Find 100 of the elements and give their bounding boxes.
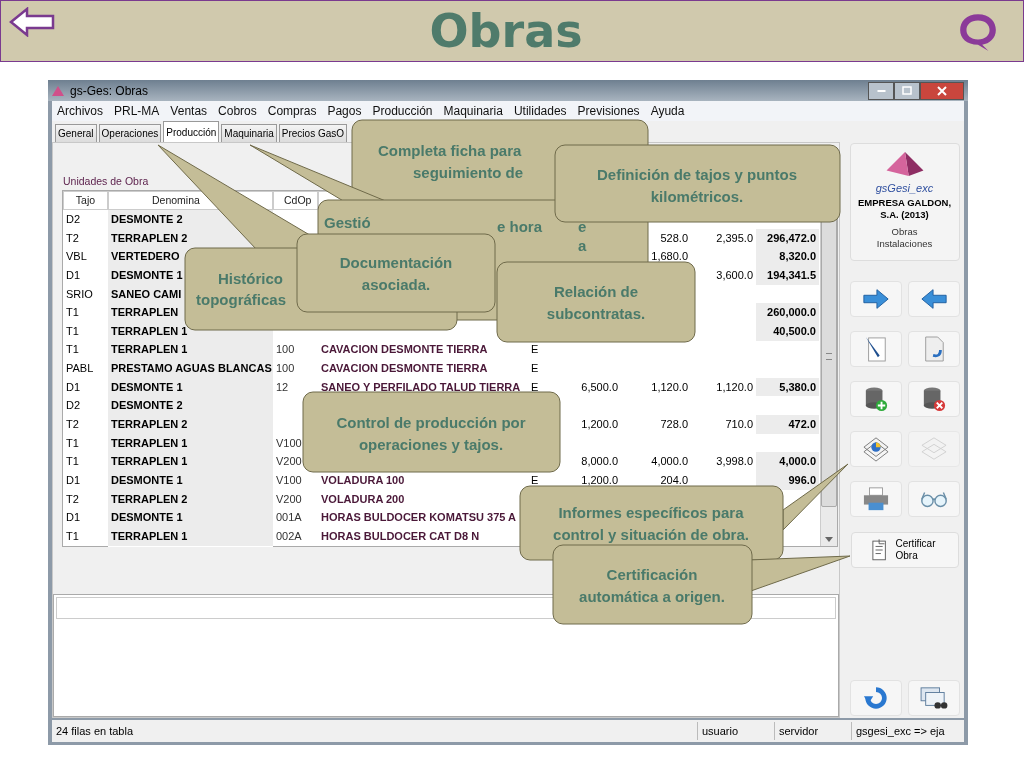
callout-text: automática a origen. [579, 588, 725, 605]
table-cell-text: 1,200.0 [580, 417, 619, 433]
table-cell-text: 710.0 [724, 417, 754, 433]
maximize-button[interactable] [894, 81, 920, 100]
menu-item[interactable]: Archivos [57, 104, 103, 118]
table-cell-text: VBL [65, 249, 88, 265]
table-cell-text: V100 [275, 472, 303, 488]
callout-text: e [578, 218, 587, 235]
column-header[interactable]: CdOp [273, 191, 318, 210]
printer-icon [861, 486, 890, 512]
layers-chart-icon [861, 436, 890, 462]
table-cell: DESMONTE 2 [108, 396, 273, 417]
table-cell: TERRAPLEN 1 [108, 452, 273, 472]
table-cell: TERRAPLEN 2 [108, 415, 273, 435]
table-cell-text: D1 [65, 472, 82, 488]
table-cell-text: 002A [275, 528, 303, 544]
menu-item[interactable]: Pagos [327, 104, 362, 118]
close-icon [937, 85, 947, 96]
menu-item[interactable]: Compras [267, 104, 317, 118]
callout-text: Completa ficha para [378, 142, 522, 159]
table-cell-text: D1 [65, 267, 82, 283]
callout-text: control y situación de obra. [553, 526, 749, 543]
tab[interactable]: Maquinaria [221, 124, 277, 142]
close-button[interactable] [920, 81, 964, 100]
status-text: gsgesi_exc => eja [855, 724, 946, 739]
table-cell-text: 1,680.0 [650, 249, 689, 265]
table-cell-text: CAVACION DESMONTE TIERRA [320, 342, 489, 358]
table-cell-text: V200 [275, 454, 303, 470]
menu-item[interactable]: PRL-MA [114, 104, 160, 118]
table-cell-text: 1,120.0 [650, 379, 689, 395]
table-cell: 40,500.0 [756, 321, 819, 342]
table-cell-text: 100 [275, 342, 296, 358]
layers-icon [919, 436, 948, 462]
status-text: servidor [775, 722, 852, 740]
company-name: EMPRESA GALDON, S.A. (2013) [856, 197, 953, 221]
tab[interactable]: General [55, 124, 97, 142]
status-text: 24 filas en tabla [52, 722, 698, 740]
toolbar-button[interactable] [907, 381, 960, 417]
table-cell: 5,380.0 [756, 377, 819, 398]
table-cell-text: D1 [65, 510, 82, 526]
menu-item[interactable]: Maquinaria [443, 104, 503, 118]
menu-item[interactable]: Ayuda [650, 104, 685, 118]
table-cell-text: 2,395.0 [715, 230, 754, 246]
menu-item[interactable]: Utilidades [513, 104, 567, 118]
table-cell-text: T1 [65, 323, 80, 339]
pyramid-icon [52, 85, 64, 96]
tab[interactable]: Producción [163, 121, 220, 142]
arrow-left-icon [919, 288, 948, 310]
menu-item[interactable]: Previsiones [577, 104, 640, 118]
menu-item[interactable]: Producción [372, 104, 433, 118]
toolbar-button[interactable] [849, 381, 902, 417]
scroll-down-icon[interactable] [825, 537, 833, 542]
table-cell-text: D1 [65, 379, 82, 395]
table-cell-text: T1 [65, 342, 80, 358]
table-cell: 260,000.0 [756, 303, 819, 323]
table-cell: PRESTAMO AGUAS BLANCAS [108, 359, 273, 379]
callout-text: Gestió [324, 214, 371, 231]
tab[interactable]: Operaciones [98, 124, 162, 142]
table-cell-text: E [530, 342, 540, 358]
module-names: Obras Instalaciones [875, 226, 934, 250]
table-cell: 8,320.0 [756, 247, 819, 267]
callout-text: kilométricos. [650, 188, 744, 205]
windows-binoculars-icon [918, 686, 949, 710]
minimize-button[interactable] [868, 81, 894, 100]
table-cell-text: 3,600.0 [715, 267, 754, 283]
menu-item[interactable]: Ventas [170, 104, 208, 118]
callout-text: asociada. [361, 276, 431, 293]
table-cell: DESMONTE 1 [108, 377, 273, 398]
callout-text: Control de producción por [336, 414, 526, 431]
table-cell-text: D2 [65, 212, 82, 227]
minimize-icon [876, 89, 886, 92]
table-cell-text: 4,000.0 [650, 454, 689, 470]
column-header[interactable]: Tajo [63, 191, 108, 210]
table-cell-text: SANEO Y PERFILADO TALUD TIERRA [320, 379, 522, 395]
tab[interactable]: Precios GasO [278, 124, 348, 142]
document-icon [871, 538, 888, 562]
callout-text: Definición de tajos y puntos [597, 166, 797, 183]
table-cell-text: 6,500.0 [580, 379, 619, 395]
table-cell: TERRAPLEN 2 [108, 489, 273, 510]
table-cell: 296,472.0 [756, 228, 819, 249]
table-cell-text: 528.0 [659, 230, 689, 246]
toolbar-button[interactable] [907, 680, 960, 716]
table-cell-text: D2 [65, 398, 82, 414]
table-cell-text: E [530, 379, 540, 395]
section-label: Unidades de Obra [63, 175, 149, 188]
menu-item[interactable]: Cobros [218, 104, 257, 118]
table-cell-text: 8,000.0 [580, 454, 619, 470]
certify-button[interactable]: Certificar Obra [850, 532, 959, 568]
table-cell: 4,000.0 [756, 452, 819, 472]
back-arrow-icon[interactable] [9, 7, 55, 37]
database-remove-icon [921, 386, 946, 412]
status-text: usuario [698, 722, 775, 740]
callout-text: subcontratas. [546, 305, 646, 322]
table-cell: TERRAPLEN 1 [108, 526, 273, 547]
table-cell: 472.0 [756, 415, 819, 435]
table-cell: DESMONTE 1 [108, 470, 273, 491]
table-cell-text: V100 [275, 435, 303, 451]
table-cell-text: T1 [65, 454, 80, 470]
callout-text: Documentación [339, 254, 453, 271]
table-cell-text: 3,998.0 [715, 454, 754, 470]
